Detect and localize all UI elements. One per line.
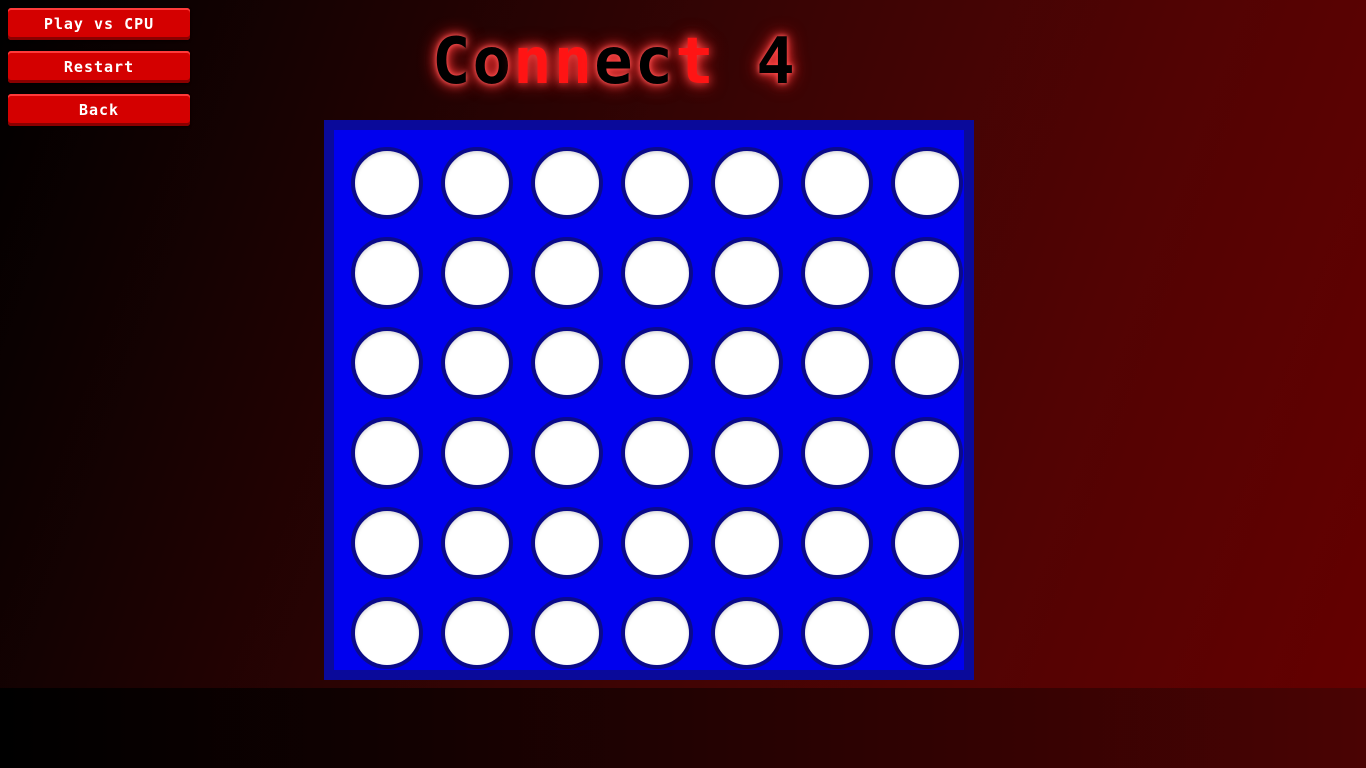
title-part-4: 4: [715, 25, 797, 99]
board-cell[interactable]: [432, 228, 522, 318]
board-slot-empty[interactable]: [441, 147, 513, 219]
board-cell[interactable]: [792, 138, 882, 228]
game-title: Connect 4: [432, 22, 797, 102]
board-slot-empty[interactable]: [891, 417, 963, 489]
board-cell[interactable]: [342, 498, 432, 588]
board-cell[interactable]: [612, 318, 702, 408]
board-cell[interactable]: [522, 318, 612, 408]
board-slot-empty[interactable]: [441, 237, 513, 309]
board-slot-empty[interactable]: [621, 327, 693, 399]
board-cell[interactable]: [792, 318, 882, 408]
board-cell[interactable]: [612, 138, 702, 228]
board-slot-empty[interactable]: [891, 327, 963, 399]
board-slot-empty[interactable]: [621, 507, 693, 579]
board-cell[interactable]: [342, 408, 432, 498]
board-cell[interactable]: [612, 498, 702, 588]
board-cell[interactable]: [522, 228, 612, 318]
board-slot-empty[interactable]: [351, 327, 423, 399]
board-slot-empty[interactable]: [891, 597, 963, 669]
board-slot-empty[interactable]: [531, 597, 603, 669]
board-slot-empty[interactable]: [531, 327, 603, 399]
board-slot-empty[interactable]: [621, 147, 693, 219]
board-slot-empty[interactable]: [621, 417, 693, 489]
play-vs-cpu-button[interactable]: Play vs CPU: [8, 8, 190, 40]
board-cell[interactable]: [612, 588, 702, 678]
board-cell[interactable]: [342, 228, 432, 318]
board-cell[interactable]: [792, 228, 882, 318]
board-slot-empty[interactable]: [351, 147, 423, 219]
board-slot-empty[interactable]: [891, 237, 963, 309]
board-slot-empty[interactable]: [531, 507, 603, 579]
board-cell[interactable]: [432, 588, 522, 678]
board-slot-empty[interactable]: [531, 147, 603, 219]
board-cell[interactable]: [702, 228, 792, 318]
board-slot-empty[interactable]: [891, 147, 963, 219]
board-slot-empty[interactable]: [801, 237, 873, 309]
board-cell[interactable]: [702, 408, 792, 498]
board-cell[interactable]: [432, 498, 522, 588]
board-cell[interactable]: [432, 408, 522, 498]
board-slot-empty[interactable]: [621, 597, 693, 669]
board-cell[interactable]: [342, 588, 432, 678]
floor-band: [0, 688, 1366, 768]
board-slot-empty[interactable]: [801, 147, 873, 219]
board-slot-empty[interactable]: [801, 327, 873, 399]
board-slot-empty[interactable]: [711, 507, 783, 579]
board-slot-empty[interactable]: [711, 417, 783, 489]
board-cell[interactable]: [702, 588, 792, 678]
board-slot-empty[interactable]: [351, 507, 423, 579]
board-slot-empty[interactable]: [531, 237, 603, 309]
board-cell[interactable]: [702, 318, 792, 408]
board-cell[interactable]: [882, 588, 972, 678]
board-cell[interactable]: [882, 228, 972, 318]
title-part-nn: nn: [513, 25, 595, 99]
title-part-co: Co: [432, 25, 514, 99]
board-slot-empty[interactable]: [711, 237, 783, 309]
board-slot-empty[interactable]: [351, 417, 423, 489]
game-menu: Play vs CPU Restart Back: [8, 8, 190, 137]
board-cell[interactable]: [882, 138, 972, 228]
game-board: [324, 120, 974, 680]
board-cell[interactable]: [792, 408, 882, 498]
board-slot-empty[interactable]: [441, 327, 513, 399]
board-slot-empty[interactable]: [891, 507, 963, 579]
board-cell[interactable]: [702, 138, 792, 228]
board-cell[interactable]: [522, 138, 612, 228]
restart-button[interactable]: Restart: [8, 51, 190, 83]
board-cell[interactable]: [342, 138, 432, 228]
board-slot-empty[interactable]: [711, 597, 783, 669]
back-button[interactable]: Back: [8, 94, 190, 126]
board-grid: [342, 138, 972, 678]
board-cell[interactable]: [702, 498, 792, 588]
board-cell[interactable]: [612, 228, 702, 318]
title-part-t: t: [675, 25, 716, 99]
board-cell[interactable]: [882, 318, 972, 408]
board-cell[interactable]: [792, 588, 882, 678]
board-slot-empty[interactable]: [801, 597, 873, 669]
board-slot-empty[interactable]: [531, 417, 603, 489]
board-slot-empty[interactable]: [621, 237, 693, 309]
board-slot-empty[interactable]: [801, 417, 873, 489]
board-cell[interactable]: [882, 498, 972, 588]
title-part-ec: ec: [594, 25, 676, 99]
board-slot-empty[interactable]: [801, 507, 873, 579]
board-cell[interactable]: [522, 498, 612, 588]
board-slot-empty[interactable]: [351, 597, 423, 669]
board-slot-empty[interactable]: [441, 417, 513, 489]
board-slot-empty[interactable]: [441, 507, 513, 579]
board-cell[interactable]: [522, 408, 612, 498]
board-slot-empty[interactable]: [711, 147, 783, 219]
board-slot-empty[interactable]: [441, 597, 513, 669]
board-cell[interactable]: [432, 138, 522, 228]
board-cell[interactable]: [792, 498, 882, 588]
board-cell[interactable]: [342, 318, 432, 408]
board-cell[interactable]: [612, 408, 702, 498]
board-cell[interactable]: [882, 408, 972, 498]
board-slot-empty[interactable]: [351, 237, 423, 309]
board-cell[interactable]: [522, 588, 612, 678]
board-slot-empty[interactable]: [711, 327, 783, 399]
board-cell[interactable]: [432, 318, 522, 408]
